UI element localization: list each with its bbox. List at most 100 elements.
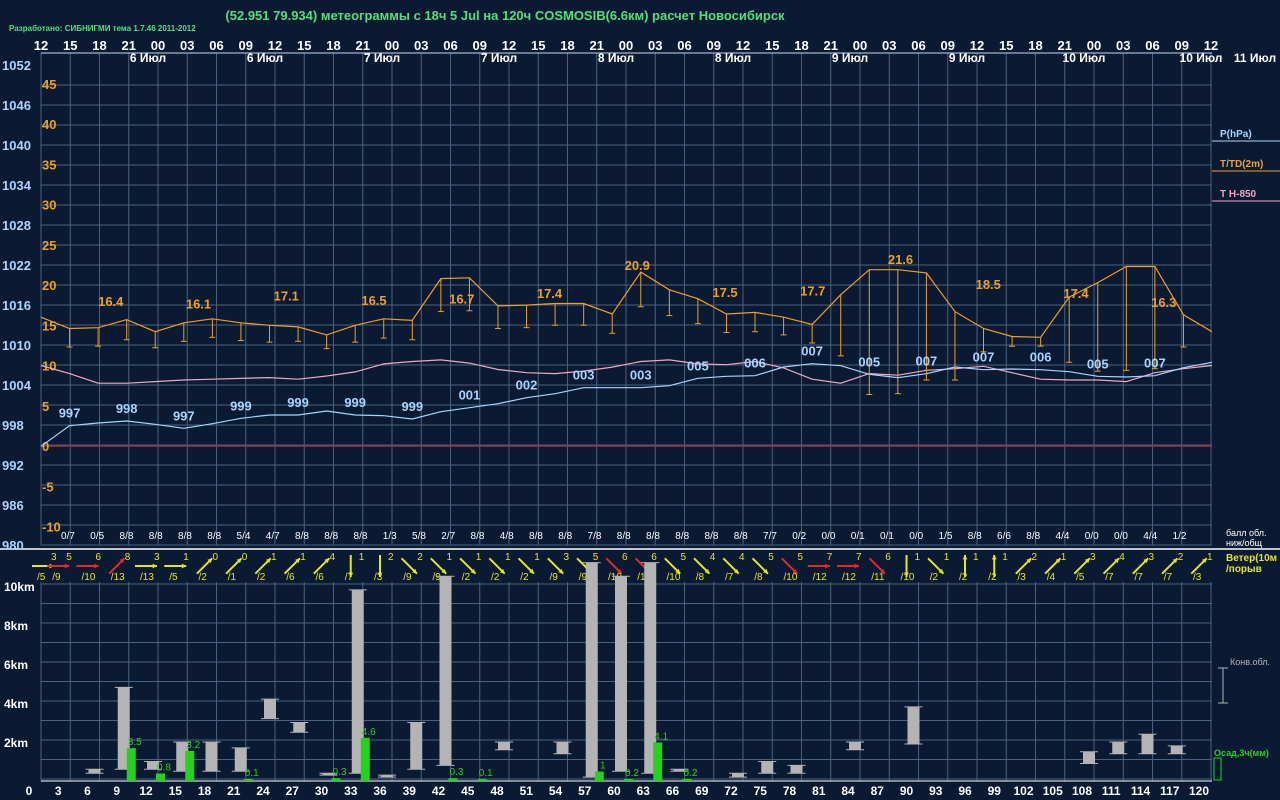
- temperature-value-label: 17.4: [1063, 286, 1089, 301]
- cloud-cover-value: 6/6: [997, 531, 1011, 542]
- wind-speed: 5: [681, 552, 687, 563]
- wind-speed: 1: [1207, 552, 1213, 563]
- height-tick-label: 2km: [4, 736, 28, 750]
- precip-bar: [448, 778, 458, 781]
- precip-value-label: 3.2: [186, 740, 200, 751]
- precip-bar: [653, 742, 663, 781]
- wind-speed: 1: [1061, 552, 1067, 563]
- wind-label: Ветер(10м: [1226, 553, 1277, 564]
- precip-value-label: 4.6: [362, 727, 376, 738]
- wind-gust: /2: [988, 572, 997, 583]
- forecast-hour-label: 57: [578, 784, 592, 798]
- wind-speed: 6: [622, 552, 628, 563]
- precip-bar: [624, 779, 633, 781]
- pressure-value-label: 006: [1030, 350, 1052, 365]
- forecast-hour-label: 111: [1102, 784, 1121, 798]
- legend-label: Конв.обл.: [1230, 657, 1270, 667]
- day-label: 9 Июл: [949, 51, 985, 65]
- hour-tick-label: 06: [209, 38, 223, 53]
- precip-bar: [477, 779, 487, 781]
- precip-value-label: 0.1: [479, 768, 493, 779]
- wind-arrow-head: [825, 563, 830, 569]
- forecast-hour-label: 120: [1189, 784, 1209, 798]
- forecast-hour-label: 24: [256, 784, 270, 798]
- pressure-tick-label: 1034: [2, 178, 32, 193]
- cloud-cover-value: 8/8: [295, 531, 309, 542]
- wind-speed: 4: [1119, 552, 1125, 563]
- pressure-value-label: 002: [516, 378, 538, 393]
- pressure-tick-label: 1004: [2, 378, 32, 393]
- wind-speed: 1: [915, 552, 921, 563]
- temperature-value-label: 16.3: [1151, 295, 1176, 310]
- pressure-value-label: 006: [744, 356, 766, 371]
- cloud-bar: [761, 761, 774, 774]
- wind-arrow-head: [94, 563, 99, 569]
- precip-bar: [185, 750, 195, 781]
- forecast-hour-label: 72: [724, 784, 738, 798]
- series-labels: 16.4 16.1 17.1 16.5 16.7 17.4 20.9 17.5 17.7 21.6…: [59, 252, 1177, 423]
- pressure-value-label: 003: [573, 368, 595, 383]
- forecast-hour-label: 18: [198, 784, 212, 798]
- temperature-tick-label: 40: [42, 117, 56, 132]
- temperature-tick-label: 45: [42, 77, 56, 92]
- height-tick-label: 10km: [4, 580, 35, 594]
- wind-gust: /7: [1164, 572, 1173, 583]
- cloud-cover-value: 1/3: [383, 531, 397, 542]
- wind-gust: /2: [462, 572, 471, 583]
- wind-gust: /8: [754, 572, 763, 583]
- temperature-tick-label: 25: [42, 238, 56, 253]
- pressure-value-label: 007: [916, 354, 938, 369]
- cloud-bar: [205, 742, 218, 772]
- pressure-tick-label: 1016: [2, 298, 31, 313]
- precip-bar: [243, 779, 253, 781]
- pressure-tick-label: 998: [2, 418, 24, 433]
- cloud-bar: [498, 742, 510, 750]
- cloud-cover-value: 4/8: [500, 531, 514, 542]
- precip-value-label: 0.3: [333, 767, 347, 778]
- forecast-hour-label: 6: [84, 784, 91, 798]
- cloud-cover-value: 8/8: [646, 531, 660, 542]
- forecast-hour-label: 66: [666, 784, 680, 798]
- forecast-hour-label: 81: [812, 784, 826, 798]
- precip-value-label: 4.1: [654, 731, 668, 742]
- pressure-value-label: 007: [1144, 356, 1166, 371]
- wind-gust: /2: [930, 572, 939, 583]
- cloud-cover-value: 8/8: [558, 531, 572, 542]
- pressure-value-label: 998: [116, 401, 138, 416]
- cloud-cover-value: 8/8: [149, 531, 163, 542]
- wind-speed: 2: [1032, 552, 1038, 563]
- hour-tick-label: 15: [63, 38, 77, 53]
- wind-gust: /10: [667, 572, 681, 583]
- day-label: 6 Июл: [130, 51, 166, 65]
- hour-tick-label: 15: [765, 38, 779, 53]
- legend-label: T H-850: [1220, 189, 1257, 200]
- cloud-bar: [293, 722, 306, 733]
- forecast-hour-label: 90: [900, 784, 914, 798]
- precip-bar: [331, 778, 341, 781]
- day-label: 7 Июл: [481, 51, 517, 65]
- forecast-hour-label: 51: [520, 784, 534, 798]
- wind-speed: 3: [564, 552, 570, 563]
- hour-tick-label: 06: [443, 38, 457, 53]
- wind-gust: /12: [842, 572, 856, 583]
- pressure-value-label: 005: [687, 358, 709, 373]
- cloud-bar: [439, 576, 452, 766]
- precip-value-label: 0.8: [157, 762, 171, 773]
- pressure-value-label: 997: [173, 408, 195, 423]
- forecast-hour-label: 93: [929, 784, 943, 798]
- cloud-cover-value: 4/4: [1056, 531, 1070, 542]
- wind-speed: 3: [1149, 552, 1155, 563]
- wind-gust: /7: [1135, 572, 1144, 583]
- cloud-cover-label: балл обл.: [1226, 528, 1266, 538]
- legend-label: P(hPa): [1220, 129, 1252, 140]
- wind-gust: /6: [286, 572, 295, 583]
- pressure-value-label: 999: [230, 398, 252, 413]
- wind-gust: /2: [959, 572, 968, 583]
- temperature-value-label: 17.7: [800, 284, 825, 299]
- wind-speed: 7: [856, 552, 862, 563]
- forecast-hour-label: 108: [1072, 784, 1092, 798]
- wind-speed: 2: [1178, 552, 1184, 563]
- cloud-cover-value: 0/1: [851, 531, 865, 542]
- wind-gust: /13: [140, 572, 154, 583]
- forecast-hour-label: 12: [139, 784, 153, 798]
